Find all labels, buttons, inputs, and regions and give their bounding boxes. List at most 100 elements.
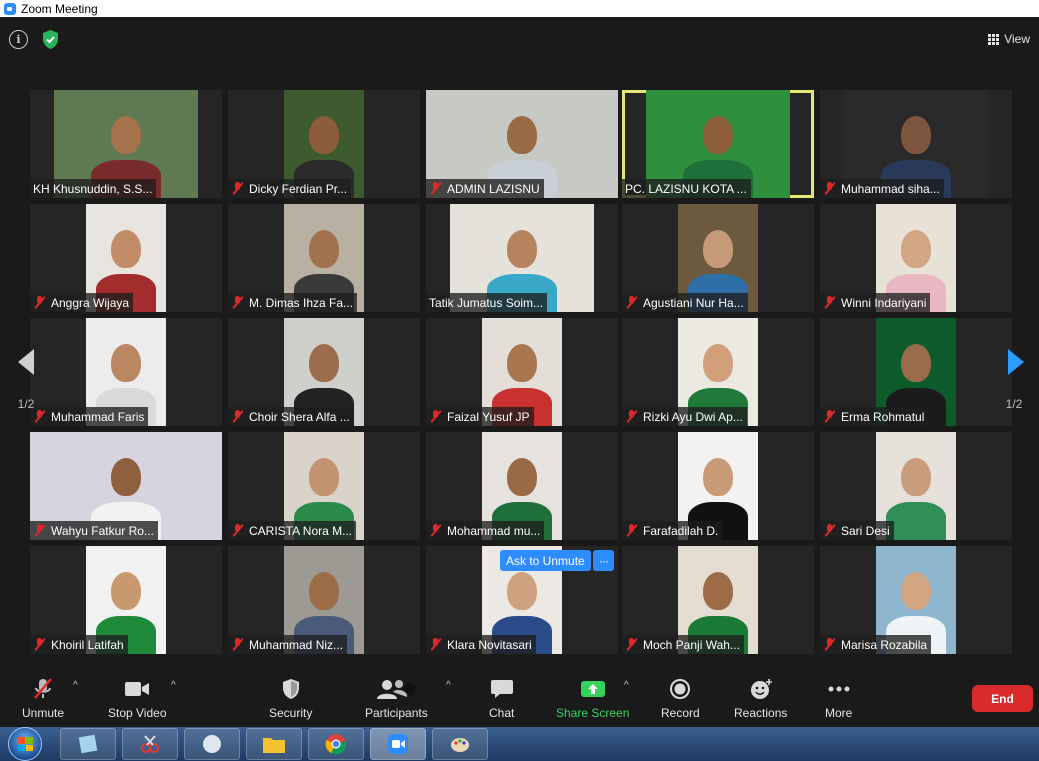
- participant-face: [507, 230, 537, 268]
- participant-tile[interactable]: Muhammad siha...: [820, 90, 1012, 198]
- participant-name-bar: Sari Desi: [820, 521, 894, 540]
- participant-tile[interactable]: Khoiril Latifah: [30, 546, 222, 654]
- participant-face: [703, 458, 733, 496]
- share-screen-button[interactable]: Share Screen: [556, 678, 629, 720]
- participant-name: Winni Indariyani: [841, 295, 927, 310]
- participant-name-bar: CARISTA Nora M...: [228, 521, 357, 540]
- video-options-caret-icon[interactable]: ^: [171, 680, 176, 691]
- muted-microphone-icon: [231, 296, 245, 309]
- participant-name-bar: Agustiani Nur Ha...: [622, 293, 748, 312]
- participant-name: M. Dimas Ihza Fa...: [249, 295, 354, 310]
- participant-face: [507, 344, 537, 382]
- previous-page-button[interactable]: 1/2: [8, 327, 44, 417]
- participant-name-bar: Muhammad Niz...: [228, 635, 348, 654]
- participant-name: Dicky Ferdian Pr...: [249, 181, 348, 196]
- participant-tile[interactable]: KH Khusnuddin, S.S...: [30, 90, 222, 198]
- unmute-button[interactable]: Unmute: [22, 678, 64, 720]
- muted-microphone-icon: [231, 410, 245, 423]
- participant-tile[interactable]: Agustiani Nur Ha...: [622, 204, 814, 312]
- share-options-caret-icon[interactable]: ^: [624, 680, 629, 691]
- next-page-button[interactable]: 1/2: [996, 327, 1032, 417]
- participant-name-bar: Muhammad Faris: [30, 407, 149, 426]
- participant-tile[interactable]: CARISTA Nora M...: [228, 432, 420, 540]
- participant-name: ADMIN LAZISNU: [447, 181, 540, 196]
- participant-tile[interactable]: ADMIN LAZISNU: [426, 90, 618, 198]
- participant-name-bar: Farafadilah D.: [622, 521, 723, 540]
- participant-tile[interactable]: Anggra Wijaya: [30, 204, 222, 312]
- reactions-button[interactable]: Reactions: [734, 678, 787, 720]
- more-button[interactable]: More: [825, 678, 852, 720]
- muted-microphone-icon: [823, 182, 837, 195]
- chat-button[interactable]: Chat: [489, 678, 514, 720]
- participant-name: Moch Panji Wah...: [643, 637, 740, 652]
- ask-to-unmute-button[interactable]: Ask to Unmute: [500, 550, 591, 571]
- participant-face: [111, 344, 141, 382]
- participant-name-bar: Erma Rohmatul: [820, 407, 929, 426]
- participant-tile[interactable]: Marisa Rozabila: [820, 546, 1012, 654]
- participant-tile[interactable]: Choir Shera Alfa ...: [228, 318, 420, 426]
- participant-tile[interactable]: Moch Panji Wah...: [622, 546, 814, 654]
- view-button[interactable]: View: [988, 30, 1030, 48]
- participant-tile[interactable]: Wahyu Fatkur Ro...: [30, 432, 222, 540]
- taskbar-paint-tool-app[interactable]: [122, 728, 178, 760]
- participant-face: [111, 458, 141, 496]
- muted-microphone-icon: [625, 296, 639, 309]
- microphone-muted-icon: [34, 678, 52, 699]
- chevron-right-icon: [1008, 349, 1024, 375]
- participant-tile[interactable]: Erma Rohmatul: [820, 318, 1012, 426]
- participant-tile[interactable]: Muhammad Faris: [30, 318, 222, 426]
- participant-tile[interactable]: Muhammad Niz...: [228, 546, 420, 654]
- taskbar-orb-app[interactable]: [184, 728, 240, 760]
- participant-tile[interactable]: PC. LAZISNU KOTA ...: [622, 90, 814, 198]
- participants-button[interactable]: Participants: [365, 678, 428, 720]
- participant-face: [901, 344, 931, 382]
- participant-name: Sari Desi: [841, 523, 890, 538]
- participant-tile[interactable]: Mohammad mu...: [426, 432, 618, 540]
- encryption-shield-icon[interactable]: [41, 29, 60, 50]
- audio-options-caret-icon[interactable]: ^: [73, 680, 78, 691]
- participant-more-button[interactable]: ···: [593, 550, 614, 571]
- start-button[interactable]: [8, 727, 42, 761]
- participant-tile[interactable]: M. Dimas Ihza Fa...: [228, 204, 420, 312]
- taskbar-file-explorer[interactable]: [246, 728, 302, 760]
- participant-face: [901, 458, 931, 496]
- participant-name-bar: Tatik Jumatus Soim...: [426, 293, 548, 312]
- participant-face: [507, 458, 537, 496]
- muted-microphone-icon: [231, 638, 245, 651]
- emoji-reaction-icon: [750, 679, 772, 699]
- participant-tile[interactable]: Dicky Ferdian Pr...: [228, 90, 420, 198]
- participant-tile[interactable]: Tatik Jumatus Soim...: [426, 204, 618, 312]
- record-icon: [670, 679, 691, 699]
- security-button[interactable]: Security: [269, 678, 312, 720]
- participant-tile[interactable]: Faizal Yusuf JP: [426, 318, 618, 426]
- participant-tile[interactable]: Rizki Ayu Dwi Ap...: [622, 318, 814, 426]
- stop-video-button[interactable]: Stop Video: [108, 678, 167, 720]
- participant-name-bar: Muhammad siha...: [820, 179, 944, 198]
- participant-name-bar: KH Khusnuddin, S.S...: [30, 179, 157, 198]
- muted-microphone-icon: [823, 410, 837, 423]
- participant-face: [309, 230, 339, 268]
- participant-tile[interactable]: Farafadilah D.: [622, 432, 814, 540]
- taskbar-chrome[interactable]: [308, 728, 364, 760]
- taskbar-paint[interactable]: [432, 728, 488, 760]
- participant-name-bar: Moch Panji Wah...: [622, 635, 744, 654]
- participants-options-caret-icon[interactable]: ^: [446, 680, 451, 691]
- participant-face: [309, 572, 339, 610]
- participant-face: [901, 116, 931, 154]
- muted-microphone-icon: [625, 638, 639, 651]
- participant-name: Faizal Yusuf JP: [447, 409, 530, 424]
- participant-name: Anggra Wijaya: [51, 295, 130, 310]
- record-button[interactable]: Record: [661, 678, 700, 720]
- participant-tile[interactable]: Sari Desi: [820, 432, 1012, 540]
- gallery-grid-icon: [988, 33, 1000, 45]
- meeting-toolbar: Unmute ^ Stop Video ^ Security Participa…: [0, 672, 1039, 727]
- chat-label: Chat: [489, 706, 515, 720]
- participant-tile[interactable]: Winni Indariyani: [820, 204, 1012, 312]
- end-meeting-button[interactable]: End: [972, 685, 1033, 712]
- taskbar-notes-app[interactable]: [60, 728, 116, 760]
- chevron-left-icon: [18, 349, 34, 375]
- unmute-label: Unmute: [22, 706, 65, 720]
- participant-face: [901, 230, 931, 268]
- taskbar-zoom[interactable]: [370, 728, 426, 760]
- info-icon[interactable]: i: [9, 30, 28, 49]
